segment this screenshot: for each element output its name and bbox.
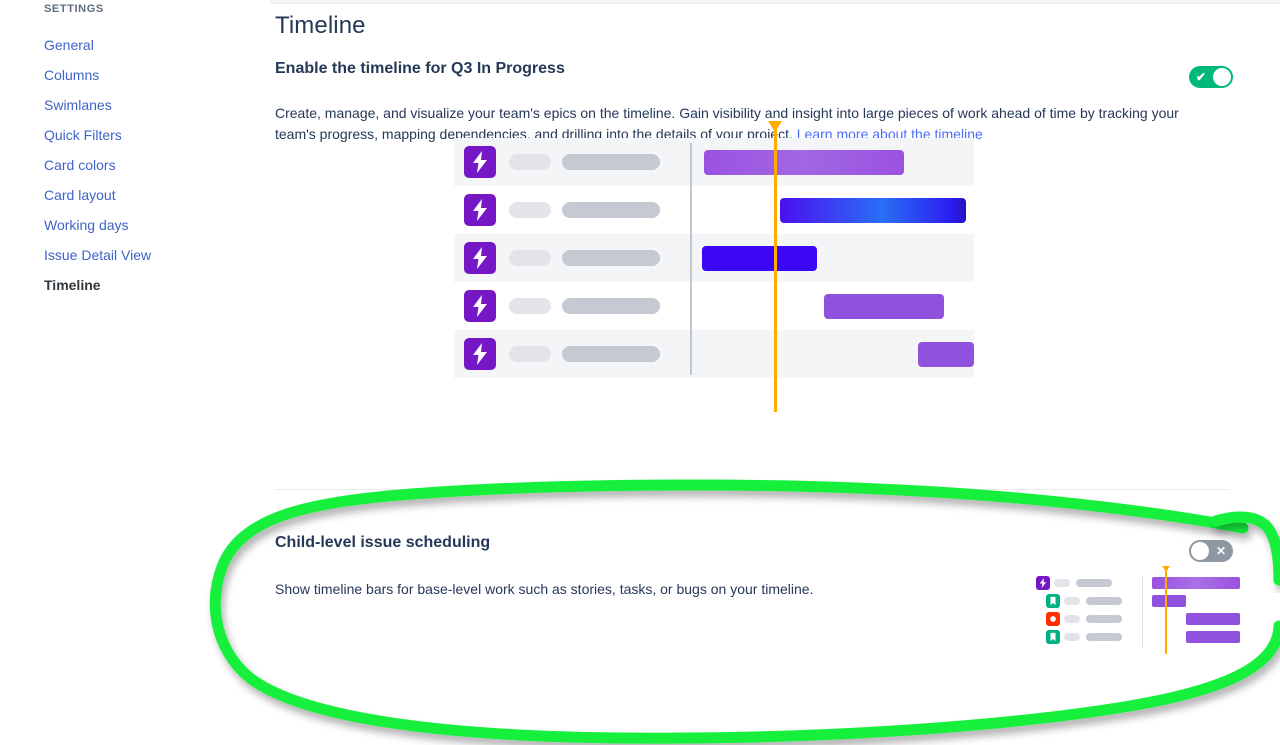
settings-timeline-page: SETTINGS General Columns Swimlanes Quick… xyxy=(0,0,1280,745)
mini-row xyxy=(1036,628,1241,646)
placeholder-summary xyxy=(562,202,660,218)
story-icon xyxy=(1046,630,1060,644)
timeline-row-left xyxy=(454,234,690,282)
timeline-row-left xyxy=(454,330,690,378)
sidebar-item-timeline[interactable]: Timeline xyxy=(0,270,270,300)
section-title-enable-timeline: Enable the timeline for Q3 In Progress xyxy=(275,60,565,77)
placeholder-summary xyxy=(562,298,660,314)
timeline-bar xyxy=(918,342,974,367)
today-marker-icon xyxy=(768,121,782,412)
timeline-row-left xyxy=(454,138,690,186)
placeholder-key xyxy=(1064,615,1080,623)
child-scheduling-illustration xyxy=(1036,566,1241,664)
timeline-row xyxy=(454,186,974,234)
sidebar-item-issue-detail-view[interactable]: Issue Detail View xyxy=(0,240,270,270)
sidebar-item-working-days[interactable]: Working days xyxy=(0,210,270,240)
epic-icon xyxy=(464,242,496,274)
placeholder-summary xyxy=(562,154,660,170)
sidebar-item-quick-filters[interactable]: Quick Filters xyxy=(0,120,270,150)
mini-timeline-bar xyxy=(1186,613,1240,625)
timeline-bar xyxy=(704,150,904,175)
section-title-child-scheduling: Child-level issue scheduling xyxy=(275,534,491,551)
settings-sidebar: SETTINGS General Columns Swimlanes Quick… xyxy=(0,0,270,745)
mini-column-divider xyxy=(1142,576,1143,648)
placeholder-key xyxy=(509,346,551,362)
toggle-knob xyxy=(1213,68,1231,86)
placeholder-key xyxy=(1064,597,1080,605)
placeholder-summary xyxy=(562,346,660,362)
placeholder-key xyxy=(1054,579,1070,587)
today-marker-icon xyxy=(1162,566,1170,656)
epic-icon xyxy=(464,290,496,322)
toggle-knob xyxy=(1191,542,1209,560)
placeholder-key xyxy=(509,298,551,314)
timeline-row-left xyxy=(454,282,690,330)
timeline-row xyxy=(454,234,974,282)
section-child-level-scheduling: Child-level issue scheduling Show timeli… xyxy=(270,532,1240,654)
main-content: Timeline Enable the timeline for Q3 In P… xyxy=(270,0,1280,745)
timeline-illustration-rows xyxy=(454,138,974,380)
story-icon xyxy=(1046,594,1060,608)
sidebar-item-card-colors[interactable]: Card colors xyxy=(0,150,270,180)
timeline-column-divider xyxy=(690,143,692,375)
enable-timeline-toggle[interactable]: ✔ xyxy=(1189,66,1233,88)
mini-row xyxy=(1036,592,1241,610)
mini-row xyxy=(1036,574,1241,592)
timeline-bar xyxy=(824,294,944,319)
section-divider xyxy=(275,489,1230,490)
placeholder-summary xyxy=(1086,633,1122,641)
check-icon: ✔ xyxy=(1195,70,1207,84)
timeline-row xyxy=(454,282,974,330)
child-level-scheduling-toggle[interactable]: ✕ xyxy=(1189,540,1233,562)
today-marker-line xyxy=(1165,570,1167,654)
epic-icon xyxy=(464,338,496,370)
epic-icon xyxy=(464,146,496,178)
section-enable-timeline: Enable the timeline for Q3 In Progress C… xyxy=(270,58,1230,142)
placeholder-key xyxy=(509,202,551,218)
epic-icon xyxy=(1036,576,1050,590)
today-marker-line xyxy=(773,129,777,412)
placeholder-summary xyxy=(562,250,660,266)
timeline-row-left xyxy=(454,186,690,234)
page-title: Timeline xyxy=(275,12,366,39)
placeholder-key xyxy=(1064,633,1080,641)
timeline-illustration xyxy=(454,121,974,412)
mini-timeline-bar xyxy=(1186,631,1240,643)
placeholder-summary xyxy=(1086,615,1122,623)
section-header: Child-level issue scheduling xyxy=(270,532,1230,562)
bug-icon xyxy=(1046,612,1060,626)
sidebar-item-card-layout[interactable]: Card layout xyxy=(0,180,270,210)
sidebar-item-swimlanes[interactable]: Swimlanes xyxy=(0,90,270,120)
sidebar-nav-list: General Columns Swimlanes Quick Filters … xyxy=(0,30,270,300)
epic-icon xyxy=(464,194,496,226)
placeholder-summary xyxy=(1076,579,1112,587)
section-description-child: Show timeline bars for base-level work s… xyxy=(275,581,814,597)
sidebar-item-general[interactable]: General xyxy=(0,30,270,60)
placeholder-summary xyxy=(1086,597,1122,605)
close-icon: ✕ xyxy=(1215,544,1227,558)
mini-row xyxy=(1036,610,1241,628)
timeline-row xyxy=(454,138,974,186)
timeline-row xyxy=(454,330,974,378)
sidebar-item-columns[interactable]: Columns xyxy=(0,60,270,90)
placeholder-key xyxy=(509,154,551,170)
timeline-bar xyxy=(702,246,817,271)
section-header: Enable the timeline for Q3 In Progress xyxy=(270,58,1230,88)
placeholder-key xyxy=(509,250,551,266)
sidebar-heading: SETTINGS xyxy=(44,3,104,15)
timeline-bar xyxy=(780,198,966,223)
